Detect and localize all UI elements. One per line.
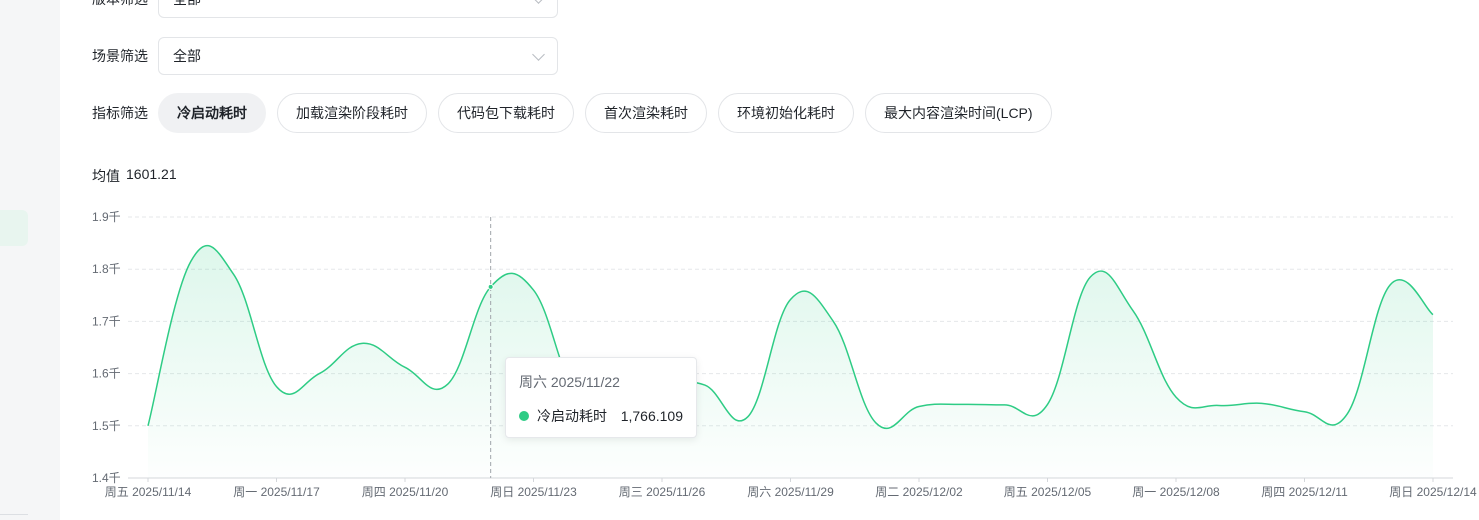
x-tick-label: 周五 2025/12/05 [1004, 485, 1092, 499]
x-tick-label: 周日 2025/11/23 [490, 485, 577, 499]
tooltip-value: 1,766.109 [620, 408, 683, 424]
tooltip-date: 周六 2025/11/22 [519, 374, 620, 390]
y-tick-label: 1.4千 [92, 471, 121, 485]
y-tick-label: 1.9千 [92, 210, 121, 224]
x-tick-label: 周五 2025/11/14 [105, 485, 192, 499]
chart-tooltip: 周六 2025/11/22 冷启动耗时 1,766.109 [505, 357, 697, 438]
x-tick-label: 周一 2025/12/08 [1132, 485, 1220, 499]
cold-start-chart: 1.4千 1.5千 1.6千 1.7千 1.8千 1.9千 周五 2025/11/14 周一… [92, 210, 1477, 499]
series-area [148, 245, 1433, 478]
x-tick-label: 周日 2025/12/14 [1389, 485, 1477, 499]
x-tick-label: 周四 2025/11/20 [362, 485, 449, 499]
y-tick-label: 1.7千 [92, 314, 121, 328]
x-tick-label: 周三 2025/11/26 [619, 485, 706, 499]
series-dot-icon [519, 411, 529, 421]
x-tick-label: 周二 2025/12/02 [875, 485, 963, 499]
tooltip-series-name: 冷启动耗时 [537, 408, 607, 424]
y-tick-label: 1.5千 [92, 419, 121, 433]
hover-point[interactable] [487, 283, 494, 290]
y-tick-label: 1.8千 [92, 262, 121, 276]
x-tick-label: 周六 2025/11/29 [747, 485, 834, 499]
x-tick-label: 周四 2025/12/11 [1261, 485, 1348, 499]
y-tick-label: 1.6千 [92, 367, 121, 381]
x-tick-label: 周一 2025/11/17 [233, 485, 320, 499]
tooltip-row: 冷启动耗时 1,766.109 [519, 406, 683, 426]
